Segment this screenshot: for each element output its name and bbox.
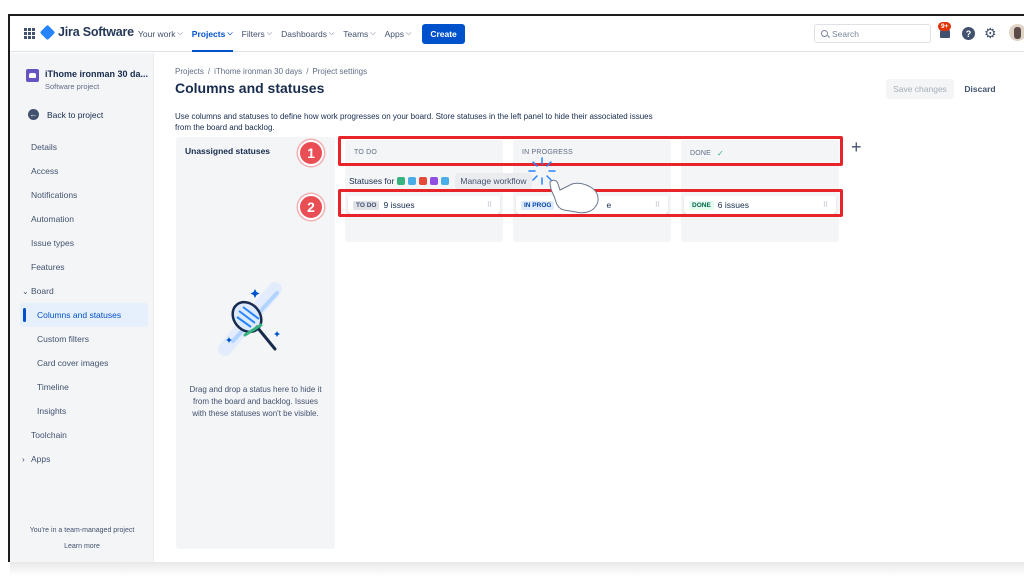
sidebar-footer: You're in a team-managed project Learn m…	[10, 523, 154, 555]
top-navigation: Jira Software Your work ⌵ Projects ⌵ Filte…	[10, 16, 1024, 52]
sidebar-group-board-label: Board	[31, 286, 54, 296]
project-avatar-icon	[26, 69, 39, 82]
chevron-down-icon: ⌄	[22, 286, 29, 296]
learn-more-link[interactable]: Learn more	[10, 539, 154, 555]
sidebar-item-insights[interactable]: Insights	[10, 399, 154, 423]
project-name: iThome ironman 30 da...	[45, 69, 149, 79]
sidebar-item-automation[interactable]: Automation	[10, 207, 154, 231]
chevron-down-icon: ⌵	[370, 30, 376, 37]
sidebar: iThome ironman 30 da... Software project…	[10, 53, 154, 563]
breadcrumb-projects[interactable]: Projects	[175, 67, 204, 76]
nav-apps[interactable]: Apps ⌵	[385, 16, 412, 52]
annotation-marker-2: 2	[298, 194, 324, 220]
search-icon	[821, 30, 828, 37]
settings-nav: Details Access Notifications Automation …	[10, 135, 154, 471]
task-issue-type-icon	[408, 177, 417, 185]
window-bottom-edge	[10, 562, 1024, 576]
add-column-button[interactable]: +	[851, 138, 862, 156]
app-switcher-icon[interactable]	[24, 28, 35, 39]
nav-filters[interactable]: Filters ⌵	[242, 16, 272, 52]
sidebar-item-custom-filters[interactable]: Custom filters	[10, 327, 154, 351]
sidebar-group-apps[interactable]: › Apps	[10, 447, 154, 471]
sidebar-item-issue-types[interactable]: Issue types	[10, 231, 154, 255]
frame-left-border	[0, 0, 10, 576]
search-input[interactable]: Search	[814, 24, 931, 43]
nav-dashboards[interactable]: Dashboards ⌵	[281, 16, 334, 52]
sidebar-item-features[interactable]: Features	[10, 255, 154, 279]
unassigned-statuses-title: Unassigned statuses	[185, 146, 271, 156]
sidebar-item-access[interactable]: Access	[10, 159, 154, 183]
chevron-right-icon: ›	[22, 454, 25, 464]
unassigned-help-text: Drag and drop a status here to hide it f…	[189, 385, 322, 418]
app-name: Jira Software	[58, 25, 134, 39]
sidebar-item-columns-and-statuses[interactable]: Columns and statuses	[20, 303, 148, 327]
page-description: Use columns and statuses to define how w…	[175, 112, 653, 132]
nav-projects[interactable]: Projects ⌵	[191, 16, 233, 52]
notification-badge: 9+	[938, 22, 952, 31]
annotation-marker-1: 1	[298, 140, 324, 166]
project-header: iThome ironman 30 da... Software project	[26, 69, 148, 91]
create-button[interactable]: Create	[422, 24, 465, 44]
jira-logo[interactable]: Jira Software	[39, 24, 134, 40]
team-managed-note: You're in a team-managed project	[29, 527, 135, 534]
sidebar-group-apps-label: Apps	[31, 454, 51, 464]
chevron-down-icon: ⌵	[227, 30, 233, 37]
sidebar-item-notifications[interactable]: Notifications	[10, 183, 154, 207]
chevron-down-icon: ⌵	[266, 30, 273, 37]
breadcrumb: Projects / iThome ironman 30 days / Project …	[175, 67, 368, 76]
sidebar-item-timeline[interactable]: Timeline	[10, 375, 154, 399]
gear-icon[interactable]: ⚙	[984, 26, 997, 40]
project-type: Software project	[45, 82, 100, 91]
sidebar-item-card-cover-images[interactable]: Card cover images	[10, 351, 154, 375]
breadcrumb-project[interactable]: iThome ironman 30 days	[214, 67, 302, 76]
statuses-for-label: Statuses for	[349, 176, 395, 186]
sidebar-item-details[interactable]: Details	[10, 135, 154, 159]
discard-button[interactable]: Discard	[959, 79, 1001, 99]
badminton-racket-illustration-icon	[218, 282, 282, 356]
statuses-for-row: Statuses for Manage workflow	[349, 173, 532, 189]
breadcrumb-project-settings[interactable]: Project settings	[312, 67, 367, 76]
subtask-issue-type-icon	[441, 177, 450, 185]
page-title: Columns and statuses	[175, 80, 325, 96]
tap-hand-cursor-icon	[528, 157, 599, 214]
chevron-down-icon: ⌵	[328, 30, 335, 37]
sidebar-group-board[interactable]: ⌄ Board	[10, 279, 154, 303]
jira-diamond-icon	[39, 24, 56, 40]
story-issue-type-icon	[397, 177, 406, 185]
nav-teams[interactable]: Teams ⌵	[343, 16, 375, 52]
bug-issue-type-icon	[419, 177, 428, 185]
save-changes-button[interactable]: Save changes	[886, 79, 954, 99]
chevron-down-icon: ⌵	[406, 30, 412, 37]
arrow-left-icon: ←	[28, 109, 39, 120]
back-to-project-label: Back to project	[47, 109, 104, 120]
back-to-project-link[interactable]: ← Back to project	[28, 109, 103, 120]
primary-nav: Your work ⌵ Projects ⌵ Filters ⌵ Dashboards…	[138, 16, 465, 52]
search-placeholder: Search	[832, 28, 859, 39]
epic-issue-type-icon	[430, 177, 439, 185]
chevron-down-icon: ⌵	[177, 30, 183, 37]
nav-your-work[interactable]: Your work ⌵	[138, 16, 183, 52]
sidebar-item-toolchain[interactable]: Toolchain	[10, 423, 154, 447]
avatar[interactable]	[1009, 24, 1024, 41]
help-icon[interactable]: ?	[962, 27, 975, 40]
